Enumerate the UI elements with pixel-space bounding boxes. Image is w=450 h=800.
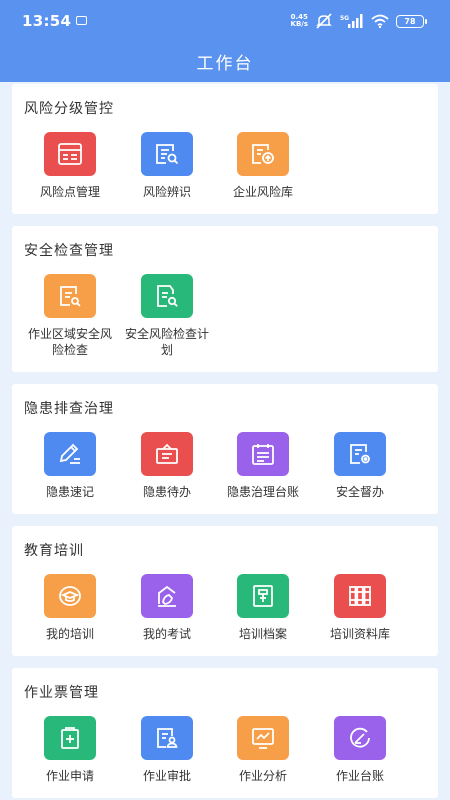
tile-label: 安全风险检查计划 (124, 327, 209, 357)
battery-indicator: 78 (396, 14, 427, 28)
page-title: 工作台 (196, 54, 254, 74)
section-hazard-investigation: 隐患排查治理 隐患速记 隐患待办 隐患治理台账 安全督办 (12, 384, 438, 514)
section-title: 教育培训 (24, 543, 84, 559)
mute-icon (316, 13, 332, 29)
books-icon (334, 574, 386, 618)
nav-bar: 工作台 (0, 40, 450, 82)
risk-library-icon (237, 132, 289, 176)
section-safety-inspection: 安全检查管理 作业区域安全风险检查 安全风险检查计划 (12, 226, 438, 372)
section-risk-control: 风险分级管控 风险点管理 风险辨识 企业风险库 (12, 84, 438, 214)
tile-safety-supervision[interactable]: 安全督办 (312, 432, 408, 500)
tile-training-archive[interactable]: 培训档案 (215, 574, 311, 642)
tile-hazard-ledger[interactable]: 隐患治理台账 (215, 432, 311, 500)
cellular-signal-icon: 5G (340, 14, 363, 28)
tile-work-approval[interactable]: 作业审批 (119, 716, 215, 784)
tile-label: 培训资料库 (329, 627, 390, 641)
section-title: 风险分级管控 (24, 101, 114, 117)
wifi-icon (371, 14, 389, 28)
tile-risk-identification[interactable]: 风险辨识 (119, 132, 215, 200)
tile-label: 作业审批 (142, 769, 191, 783)
tile-label: 隐患治理台账 (226, 485, 299, 499)
tile-hazard-todo[interactable]: 隐患待办 (119, 432, 215, 500)
tile-label: 企业风险库 (232, 185, 293, 199)
pen-note-icon (44, 432, 96, 476)
tile-risk-point-management[interactable]: 风险点管理 (22, 132, 118, 200)
tile-label: 作业台账 (335, 769, 384, 783)
status-indicators: 0.45 KB/s 5G 78 (290, 12, 427, 30)
notification-app-icon (76, 16, 87, 25)
tile-label: 隐患速记 (45, 485, 94, 499)
supervise-icon (334, 432, 386, 476)
graduation-cap-icon (44, 574, 96, 618)
approve-icon (141, 716, 193, 760)
archive-icon (237, 574, 289, 618)
tile-label: 作业申请 (45, 769, 94, 783)
risk-identify-icon (141, 132, 193, 176)
tile-work-application[interactable]: 作业申请 (22, 716, 118, 784)
tile-hazard-quick-note[interactable]: 隐患速记 (22, 432, 118, 500)
tile-area-safety-risk-check[interactable]: 作业区域安全风险检查 (22, 274, 118, 358)
tile-label: 安全督办 (335, 485, 384, 499)
section-work-permit: 作业票管理 作业申请 作业审批 作业分析 作业台账 (12, 668, 438, 798)
section-title: 安全检查管理 (24, 243, 114, 259)
calendar-ledger-icon (237, 432, 289, 476)
tile-label: 我的培训 (45, 627, 94, 641)
tile-label: 隐患待办 (142, 485, 191, 499)
status-time: 13:54 (22, 12, 72, 30)
tile-label: 作业分析 (238, 769, 287, 783)
signal-type-label: 5G (340, 15, 349, 22)
apply-icon (44, 716, 96, 760)
risk-point-icon (44, 132, 96, 176)
tile-label: 作业区域安全风险检查 (27, 327, 112, 357)
section-title: 隐患排查治理 (24, 401, 114, 417)
tile-work-analysis[interactable]: 作业分析 (215, 716, 311, 784)
network-speed: 0.45 KB/s (290, 13, 308, 28)
work-ledger-icon (334, 716, 386, 760)
tile-my-training[interactable]: 我的培训 (22, 574, 118, 642)
todo-icon (141, 432, 193, 476)
tile-label: 风险点管理 (39, 185, 100, 199)
area-check-icon (44, 274, 96, 318)
tile-label: 风险辨识 (142, 185, 191, 199)
tile-training-library[interactable]: 培训资料库 (312, 574, 408, 642)
tile-safety-risk-check-plan[interactable]: 安全风险检查计划 (119, 274, 215, 358)
tile-enterprise-risk-library[interactable]: 企业风险库 (215, 132, 311, 200)
exam-icon (141, 574, 193, 618)
tile-my-exam[interactable]: 我的考试 (119, 574, 215, 642)
section-education-training: 教育培训 我的培训 我的考试 培训档案 培训资料库 (12, 526, 438, 656)
section-title: 作业票管理 (24, 685, 99, 701)
tile-label: 培训档案 (238, 627, 287, 641)
check-plan-icon (141, 274, 193, 318)
analysis-icon (237, 716, 289, 760)
tile-work-ledger[interactable]: 作业台账 (312, 716, 408, 784)
status-bar: 13:54 0.45 KB/s 5G 78 (0, 0, 450, 40)
tile-label: 我的考试 (142, 627, 191, 641)
